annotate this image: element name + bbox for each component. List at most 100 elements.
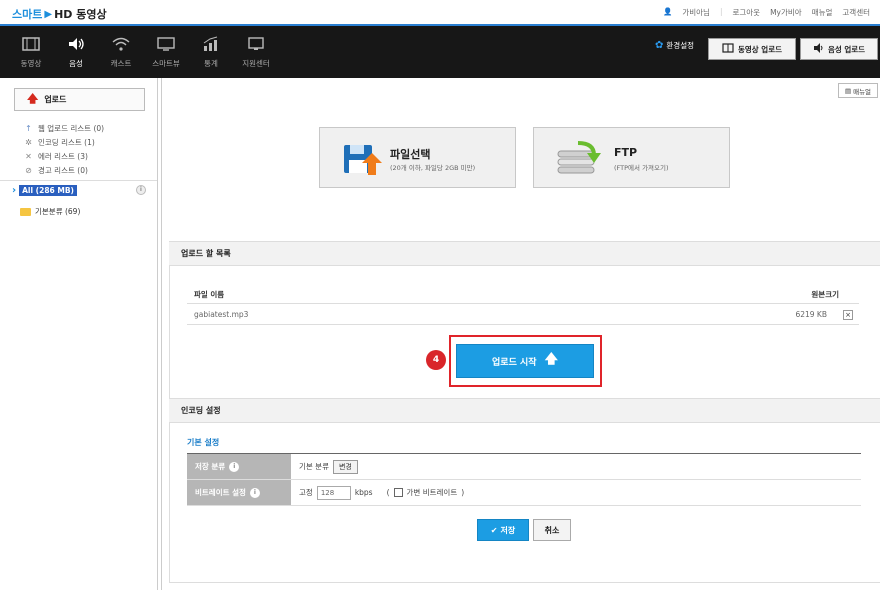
nav-item-audio[interactable]: 음성	[56, 36, 96, 69]
video-upload-button[interactable]: 동영상 업로드	[708, 38, 796, 60]
setting-value: 기본 분류 변경	[299, 454, 358, 479]
nav-item-video[interactable]: 동영상	[11, 36, 51, 69]
column-size: 원본크기	[811, 290, 839, 299]
speaker-icon	[66, 36, 86, 52]
error-list-label: 에러 리스트 (3)	[38, 151, 88, 161]
all-folder-label: All (286 MB)	[19, 184, 77, 196]
variable-bitrate-checkbox[interactable]	[393, 488, 403, 497]
env-setting-label: 환경설정	[666, 41, 694, 50]
column-filename: 파일 이름	[194, 290, 225, 299]
warning-list-item[interactable]: ⊘ 경고 리스트 (0)	[24, 163, 104, 177]
folder-item-default[interactable]: 기본분류 (69)	[20, 206, 80, 217]
category-value: 기본 분류	[299, 462, 329, 471]
file-select-button[interactable]: 파일선택 (20개 이하, 파일당 2GB 미만)	[319, 127, 516, 188]
encoding-list-label: 인코딩 리스트 (1)	[38, 137, 95, 147]
user-icon: 👤	[662, 7, 673, 16]
upload-button-label: 업로드	[44, 95, 67, 104]
top-bar: 스마트 ▶ HD 동영상 👤 가비아님 | 로그아웃 My가비아 매뉴얼 고객센…	[0, 0, 880, 26]
nav-item-support[interactable]: 지원센터	[236, 36, 276, 69]
up-arrow-icon: 🡅	[27, 92, 39, 105]
bitrate-label: 비트레이트 설정	[195, 488, 246, 497]
audio-upload-label: 음성 업로드	[827, 44, 866, 54]
folder-icon	[20, 207, 31, 216]
remove-file-button[interactable]: ×	[843, 310, 853, 320]
upload-start-button[interactable]: 업로드 시작 🡅	[456, 344, 594, 378]
basic-setting-label: 기본 설정	[187, 438, 220, 447]
monitor-icon	[156, 36, 176, 52]
logo-prefix: 스마트	[12, 8, 43, 21]
logo-suffix: HD 동영상	[54, 8, 107, 21]
save-button[interactable]: ✔ 저장	[477, 519, 529, 541]
check-icon: ✔	[490, 525, 498, 535]
file-select-title: 파일선택	[390, 148, 431, 161]
film-icon	[21, 36, 41, 52]
error-list-item[interactable]: ✕ 에러 리스트 (3)	[24, 149, 104, 163]
setting-label: 비트레이트 설정 i	[187, 480, 291, 505]
all-folder-item[interactable]: › All (286 MB) i	[12, 184, 146, 196]
encoding-list-item[interactable]: ✲ 인코딩 리스트 (1)	[24, 135, 104, 149]
category-label: 저장 분류	[195, 462, 226, 471]
env-setting-link[interactable]: ✿ 환경설정	[655, 40, 694, 51]
logo[interactable]: 스마트 ▶ HD 동영상	[12, 6, 107, 22]
gear-icon: ✿	[655, 40, 664, 51]
info-icon[interactable]: i	[229, 461, 240, 472]
upload-lists: ↑ 웹 업로드 리스트 (0) ✲ 인코딩 리스트 (1) ✕ 에러 리스트 (…	[24, 121, 104, 177]
cancel-button[interactable]: 취소	[533, 519, 571, 541]
nav-label-cast: 캐스트	[110, 59, 132, 68]
fixed-label: 고정	[299, 488, 313, 497]
nav-label-stats: 통계	[204, 59, 218, 68]
support-link[interactable]: 고객센터	[842, 7, 870, 18]
nav-item-cast[interactable]: 캐스트	[101, 36, 141, 69]
audio-upload-button[interactable]: 음성 업로드	[800, 38, 878, 60]
bitrate-unit: kbps	[354, 488, 373, 497]
logout-link[interactable]: 로그아웃	[732, 7, 760, 18]
ftp-select-button[interactable]: FTP (FTP에서 가져오기)	[533, 127, 730, 188]
upload-button[interactable]: 🡅 업로드	[14, 88, 145, 111]
x-icon: ✕	[25, 151, 32, 161]
film-icon	[722, 43, 734, 55]
chart-icon	[201, 36, 221, 52]
manual-label: 매뉴얼	[853, 87, 872, 96]
nav-label-smartview: 스마트뷰	[152, 59, 180, 68]
manual-button[interactable]: ▤ 매뉴얼	[838, 83, 878, 98]
info-icon[interactable]: i	[249, 487, 260, 498]
main-nav: 동영상 음성 캐스트 스마트뷰 통계 지원센터 ✿ 환경설정 동영상 업로드 음…	[0, 26, 880, 78]
floppy-upload-icon	[342, 141, 386, 177]
web-upload-list-item[interactable]: ↑ 웹 업로드 리스트 (0)	[24, 121, 104, 135]
gear-icon: ✲	[25, 137, 32, 147]
video-upload-label: 동영상 업로드	[737, 44, 782, 54]
folder-label: 기본분류 (69)	[35, 207, 81, 216]
chevron-right-icon: ›	[12, 184, 17, 196]
step-badge: 4	[426, 350, 446, 370]
setting-row-category: 저장 분류 i 기본 분류 변경	[187, 454, 861, 480]
table-header: 파일 이름 원본크기	[187, 284, 859, 304]
mygabia-link[interactable]: My가비아	[770, 7, 802, 18]
setting-value: 고정 kbps ( 가변 비트레이트 )	[299, 480, 464, 505]
encoding-heading: 인코딩 설정	[169, 398, 880, 423]
settings-table: 저장 분류 i 기본 분류 변경 비트레이트 설정 i 고정 kbps ( 가변…	[187, 453, 861, 506]
nav-item-smartview[interactable]: 스마트뷰	[146, 36, 186, 69]
nav-label-video: 동영상	[20, 59, 42, 68]
ftp-icon	[556, 141, 601, 177]
variable-bitrate-label: 가변 비트레이트	[406, 488, 458, 497]
speaker-icon	[813, 43, 824, 55]
info-icon[interactable]: i	[136, 185, 146, 195]
sidebar-border	[161, 78, 162, 590]
bitrate-input[interactable]	[316, 485, 351, 500]
ftp-select-subtitle: (FTP에서 가져오기)	[614, 164, 669, 172]
change-category-button[interactable]: 변경	[332, 459, 358, 474]
logo-arrow-icon: ▶	[44, 8, 53, 20]
setting-label: 저장 분류 i	[187, 454, 291, 479]
up-arrow-icon: ↑	[25, 123, 32, 133]
warning-icon: ⊘	[25, 165, 32, 175]
ftp-select-title: FTP	[614, 146, 638, 159]
table-row: gabiatest.mp3 6219 KB ×	[187, 305, 859, 325]
nav-item-stats[interactable]: 통계	[191, 36, 231, 69]
file-size: 6219 KB	[795, 310, 827, 319]
upload-list-heading: 업로드 할 목록	[169, 241, 880, 266]
top-links: 👤 가비아님 | 로그아웃 My가비아 매뉴얼 고객센터	[663, 7, 870, 18]
manual-link[interactable]: 매뉴얼	[812, 7, 833, 18]
wifi-icon	[111, 36, 131, 52]
up-arrow-icon: 🡅	[544, 352, 558, 367]
support-monitor-icon	[246, 36, 266, 52]
